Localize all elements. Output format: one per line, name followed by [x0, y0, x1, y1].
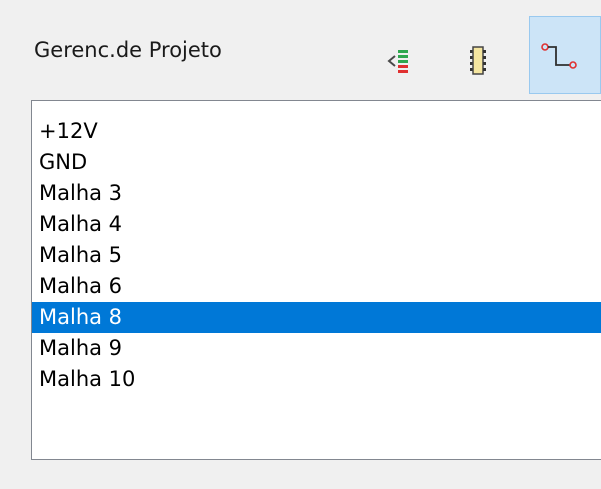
- components-button[interactable]: [452, 16, 524, 94]
- net-item[interactable]: Malha 10: [32, 364, 601, 395]
- list-order-icon: [387, 50, 408, 73]
- net-item[interactable]: Malha 9: [32, 333, 601, 364]
- panel-title: Gerenc.de Projeto: [34, 38, 222, 62]
- list-order-button[interactable]: [372, 16, 444, 94]
- net-item[interactable]: Malha 3: [32, 178, 601, 209]
- project-manager-panel: Gerenc.de Projeto +12V GND Malha 3 Malha…: [0, 0, 601, 489]
- net-item[interactable]: Malha 4: [32, 209, 601, 240]
- net-item[interactable]: Malha 5: [32, 240, 601, 271]
- nets-list[interactable]: +12V GND Malha 3 Malha 4 Malha 5 Malha 6…: [31, 100, 601, 460]
- net-item[interactable]: +12V: [32, 116, 601, 147]
- component-chip-icon: [470, 46, 486, 75]
- net-wire-icon: [541, 43, 577, 69]
- net-item[interactable]: Malha 6: [32, 271, 601, 302]
- net-item[interactable]: GND: [32, 147, 601, 178]
- nets-button[interactable]: [529, 16, 601, 94]
- panel-toolbar: Gerenc.de Projeto: [0, 0, 601, 100]
- net-item-selected[interactable]: Malha 8: [32, 302, 601, 333]
